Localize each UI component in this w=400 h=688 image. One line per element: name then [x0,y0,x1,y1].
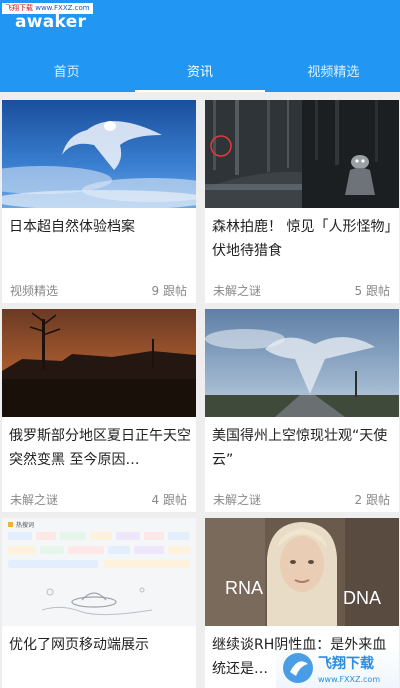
article-comment-count: 9 跟帖 [151,284,187,298]
site-logo-name: 飞翔下载 [318,655,374,672]
article-image [2,309,196,417]
article-category: 未解之谜 [213,493,262,507]
article-card[interactable]: 热搜词 优化了网页移动端展示 [2,518,196,688]
article-image [205,100,399,208]
article-title: 俄罗斯部分地区夏日正午天空突然变黑 至今原因… [9,428,191,468]
article-category: 未解之谜 [213,284,262,298]
article-card[interactable]: 日本超自然体验档案 视频精选 9 跟帖 [2,100,196,303]
tab-bar: 首页 资讯 视频精选 [0,56,400,92]
watermark-url: www.FXXZ.com [35,4,90,12]
site-watermark-logo: 飞翔下载 www.FXXZ.com [276,646,400,688]
app-bar: 飞翔下载 www.FXXZ.com awaker 首页 资讯 视频精选 [0,0,400,92]
article-category: 未解之谜 [10,493,59,507]
article-title: 优化了网页移动端展示 [9,637,149,653]
article-title: 森林拍鹿！ 惊见「人形怪物」伏地待猎食 [212,219,392,259]
article-comment-count: 2 跟帖 [354,493,390,507]
dna-label: DNA [343,588,381,608]
article-title: 美国得州上空惊现壮观“天使云” [212,428,388,468]
article-image: RNA DNA [205,518,399,626]
article-image: 热搜词 [2,518,196,626]
article-image [2,100,196,208]
tab-news[interactable]: 资讯 [133,56,266,92]
article-card[interactable]: 美国得州上空惊现壮观“天使云” 未解之谜 2 跟帖 [205,309,399,512]
app-title: awaker [15,12,87,32]
tab-video-picks[interactable]: 视频精选 [267,56,400,92]
article-image [205,309,399,417]
article-card[interactable]: 俄罗斯部分地区夏日正午天空突然变黑 至今原因… 未解之谜 4 跟帖 [2,309,196,512]
tag-panel-title: 热搜词 [16,521,34,529]
rna-label: RNA [225,578,263,598]
site-logo-url: www.FXXZ.com [318,675,380,684]
tab-home[interactable]: 首页 [0,56,133,92]
article-category: 视频精选 [10,284,59,298]
article-card[interactable]: 森林拍鹿！ 惊见「人形怪物」伏地待猎食 未解之谜 5 跟帖 [205,100,399,303]
article-comment-count: 5 跟帖 [354,284,390,298]
article-title: 日本超自然体验档案 [9,219,135,235]
watermark-prefix: 飞翔下载 [5,4,33,12]
article-comment-count: 4 跟帖 [151,493,187,507]
